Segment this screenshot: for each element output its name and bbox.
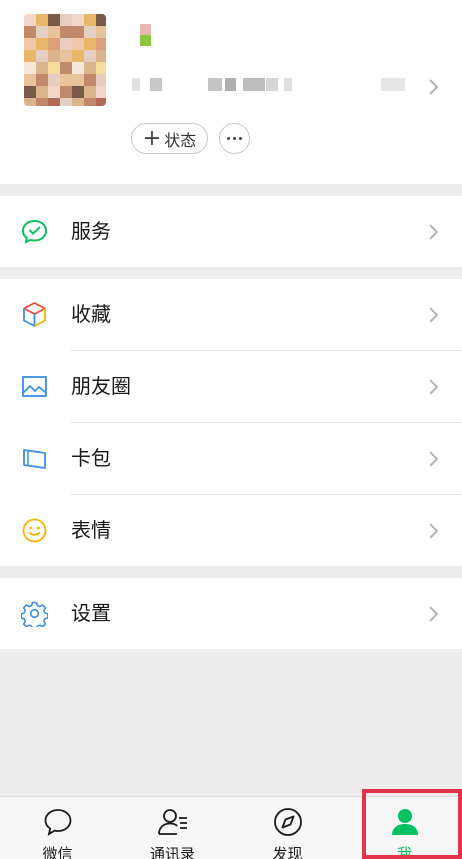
avatar-pixel [24, 98, 36, 106]
menu-item-stickers[interactable]: 表情 [0, 495, 462, 566]
dot [233, 137, 236, 140]
plus-icon: + [142, 125, 162, 151]
tab-chats[interactable]: 微信 [0, 797, 115, 859]
chevron-right-icon [429, 379, 439, 395]
card-icon [23, 449, 46, 469]
avatar-pixel [96, 62, 106, 74]
avatar-pixel [36, 50, 48, 62]
avatar-pixel [72, 38, 84, 50]
chevron-right-icon [429, 523, 439, 539]
avatar-pixel [84, 14, 96, 26]
avatar-pixel [72, 98, 84, 106]
features-section: 收藏 朋友圈 卡包 表情 [0, 279, 462, 566]
avatar-pixel [48, 50, 60, 62]
avatar-pixel [36, 14, 48, 26]
menu-label: 朋友圈 [71, 374, 131, 398]
menu-item-settings[interactable]: 设置 [0, 578, 462, 649]
smiley-icon [22, 518, 47, 543]
highlight-box [362, 789, 462, 859]
avatar-pixel [60, 62, 72, 74]
more-status-button[interactable] [219, 123, 250, 154]
avatar-pixel [48, 38, 60, 50]
avatar-pixel [48, 62, 60, 74]
dot [227, 137, 230, 140]
avatar-pixel [48, 26, 60, 38]
contacts-icon [157, 809, 187, 835]
avatar-pixel [36, 98, 48, 106]
chevron-right-icon [429, 451, 439, 467]
menu-label: 表情 [71, 518, 111, 542]
avatar-pixel [96, 98, 106, 106]
cube-icon [23, 302, 46, 327]
avatar-pixel [72, 50, 84, 62]
chevron-right-icon [429, 79, 439, 95]
avatar-pixel [36, 38, 48, 50]
profile-header[interactable]: + 状态 [0, 0, 462, 184]
avatar-pixel [60, 98, 72, 106]
image-icon [22, 376, 47, 397]
avatar-pixel [60, 14, 72, 26]
avatar-pixel [24, 14, 36, 26]
menu-label: 卡包 [71, 446, 111, 470]
menu-item-services[interactable]: 服务 [0, 196, 462, 267]
avatar-pixel [60, 50, 72, 62]
avatar-pixel [60, 38, 72, 50]
avatar-pixel [72, 26, 84, 38]
avatar-pixel [48, 98, 60, 106]
avatar-pixel [96, 50, 106, 62]
compass-icon [273, 808, 302, 836]
avatar-pixel [96, 14, 106, 26]
avatar-pixel [36, 26, 48, 38]
tab-label: 微信 [42, 845, 73, 859]
status-label: 状态 [164, 130, 197, 150]
tab-label: 通讯录 [149, 845, 195, 859]
chevron-right-icon [429, 606, 439, 622]
chat-bubble-icon [44, 809, 71, 836]
avatar-pixel [84, 98, 96, 106]
avatar-pixel [48, 14, 60, 26]
settings-section: 设置 [0, 578, 462, 649]
tab-contacts[interactable]: 通讯录 [115, 797, 230, 859]
tab-discover[interactable]: 发现 [230, 797, 345, 859]
avatar-pixel [36, 62, 48, 74]
menu-label: 收藏 [71, 302, 111, 326]
avatar-pixel [72, 62, 84, 74]
chevron-right-icon [429, 224, 439, 240]
avatar-pixel [24, 38, 36, 50]
chevron-right-icon [429, 307, 439, 323]
menu-label: 服务 [71, 219, 111, 243]
avatar-pixel [96, 38, 106, 50]
avatar-pixel [84, 26, 96, 38]
menu-label: 设置 [71, 601, 111, 625]
avatar-pixel [24, 50, 36, 62]
avatar-pixel [60, 26, 72, 38]
dot [239, 137, 242, 140]
avatar-pixel [84, 38, 96, 50]
avatar-pixel [24, 26, 36, 38]
add-status-button[interactable]: + 状态 [131, 123, 208, 154]
avatar-pixel [84, 50, 96, 62]
gear-icon [21, 601, 48, 627]
wechat-pay-icon [21, 219, 48, 244]
avatar-pixel [84, 62, 96, 74]
avatar-pixel [24, 62, 36, 74]
wechat-id-mosaic [0, 78, 462, 94]
menu-item-cards[interactable]: 卡包 [0, 423, 462, 494]
avatar-pixel [72, 14, 84, 26]
tab-label: 发现 [272, 845, 303, 859]
menu-item-moments[interactable]: 朋友圈 [0, 351, 462, 422]
services-section: 服务 [0, 196, 462, 267]
avatar-pixel [96, 26, 106, 38]
menu-item-favorites[interactable]: 收藏 [0, 279, 462, 350]
